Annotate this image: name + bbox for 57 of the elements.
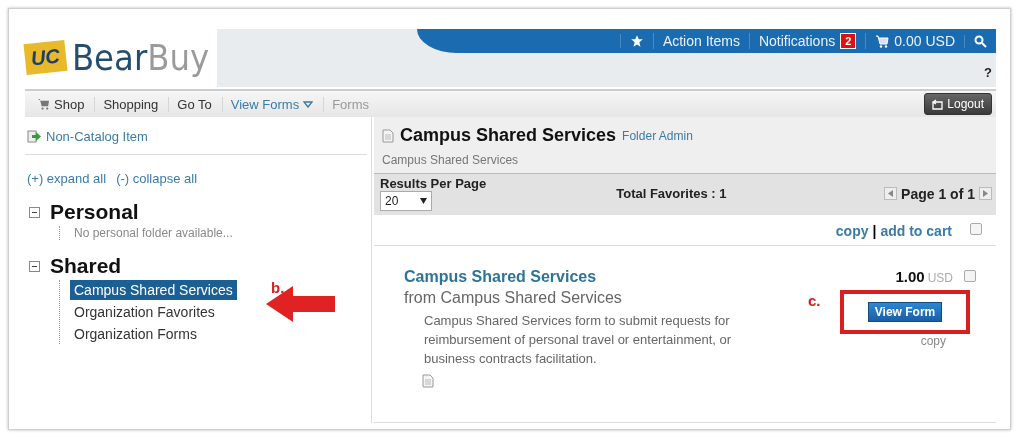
- non-catalog-item-link[interactable]: Non-Catalog Item: [25, 123, 367, 155]
- expand-all-link[interactable]: (+) expand all: [27, 171, 107, 186]
- separator: |: [872, 223, 877, 239]
- folder-title: Campus Shared Services: [400, 125, 617, 146]
- caret-icon[interactable]: [303, 100, 314, 108]
- item-description: Campus Shared Services form to submit requests for reimbursement of personal travel or entertainment, or business contracts facilitation.: [424, 312, 733, 368]
- star-icon[interactable]: [629, 34, 644, 48]
- view-form-button[interactable]: View Form: [867, 302, 943, 322]
- logout-icon: [932, 98, 945, 110]
- breadcrumb-link[interactable]: View Forms: [230, 96, 300, 112]
- add-to-cart-link[interactable]: add to cart: [880, 223, 952, 239]
- next-page-button[interactable]: [979, 187, 992, 200]
- cart-total[interactable]: 0.00 USD: [894, 33, 955, 49]
- page-indicator: Page 1 of 1: [901, 185, 975, 202]
- item-price: 1.00: [895, 268, 925, 285]
- breadcrumb-link[interactable]: Shop: [54, 96, 85, 112]
- folder-heading[interactable]: Shared: [50, 254, 122, 278]
- search-icon[interactable]: [974, 34, 987, 48]
- item-title[interactable]: Campus Shared Services: [404, 268, 806, 286]
- results-per-page-select[interactable]: 20: [380, 191, 432, 211]
- empty-folder-note: No personal folder available...: [59, 226, 371, 240]
- item-supplier: from Campus Shared Services: [404, 289, 623, 307]
- logo-mark: UC: [23, 39, 68, 75]
- results-per-page-label: Results Per Page: [380, 176, 487, 191]
- caret-icon: [420, 198, 427, 204]
- logout-button[interactable]: Logout: [924, 93, 992, 115]
- folder-item[interactable]: Organization Forms: [70, 324, 201, 344]
- total-favorites: Total Favorites : 1: [616, 186, 727, 201]
- copy-link[interactable]: copy: [920, 334, 946, 348]
- breadcrumb-link[interactable]: Go To: [177, 96, 212, 112]
- annotation-label: b.: [271, 279, 285, 296]
- annotation-label: c.: [808, 292, 821, 309]
- cart-icon[interactable]: [875, 34, 890, 48]
- collapse-all-link[interactable]: (-) collapse all: [116, 171, 198, 186]
- help-link[interactable]: ?: [984, 65, 992, 80]
- collapse-icon[interactable]: [29, 260, 40, 272]
- item-currency: USD: [927, 271, 953, 285]
- previous-page-button[interactable]: [884, 187, 898, 200]
- folder-item[interactable]: Campus Shared Services: [70, 280, 237, 300]
- breadcrumb-link[interactable]: Shopping: [103, 96, 159, 112]
- copy-link[interactable]: copy: [835, 223, 869, 239]
- folder-heading[interactable]: Personal: [50, 200, 139, 224]
- notification-count: 2: [840, 33, 857, 49]
- document-icon: [382, 128, 394, 143]
- folder-item[interactable]: Organization Favorites: [70, 302, 219, 322]
- triangle-left-icon: [888, 190, 894, 197]
- select-all-checkbox[interactable]: [970, 223, 982, 235]
- arrow-page-icon: [27, 130, 42, 143]
- triangle-right-icon: [983, 190, 988, 197]
- folder-subtitle: Campus Shared Services: [382, 153, 520, 167]
- action-items-link[interactable]: Action Items: [652, 33, 749, 49]
- collapse-icon[interactable]: [29, 206, 40, 218]
- notifications-link[interactable]: Notifications: [758, 33, 836, 49]
- folder-admin-link[interactable]: Folder Admin: [622, 128, 693, 143]
- item-checkbox[interactable]: [964, 270, 976, 282]
- cart-icon: [37, 98, 50, 110]
- document-icon: [422, 374, 434, 388]
